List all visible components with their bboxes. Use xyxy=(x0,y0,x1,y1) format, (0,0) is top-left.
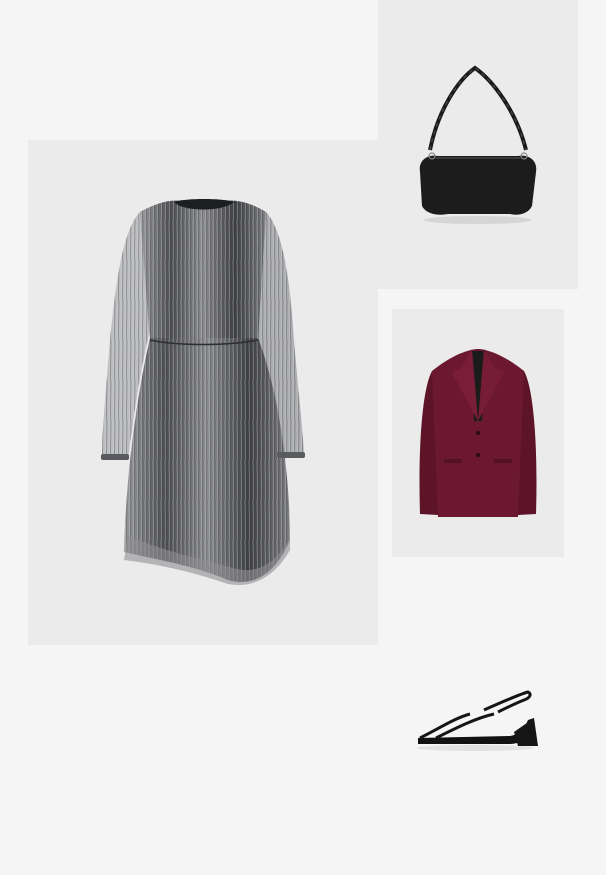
bag-image xyxy=(419,65,537,224)
dress-image xyxy=(101,199,305,585)
dress-product-tile[interactable] xyxy=(28,140,378,645)
sandal-product-tile[interactable] xyxy=(410,672,550,762)
bag-product-tile[interactable] xyxy=(378,0,578,289)
blazer-image xyxy=(419,349,537,517)
blazer-product-tile[interactable] xyxy=(392,309,564,557)
sandal-image xyxy=(417,690,538,751)
